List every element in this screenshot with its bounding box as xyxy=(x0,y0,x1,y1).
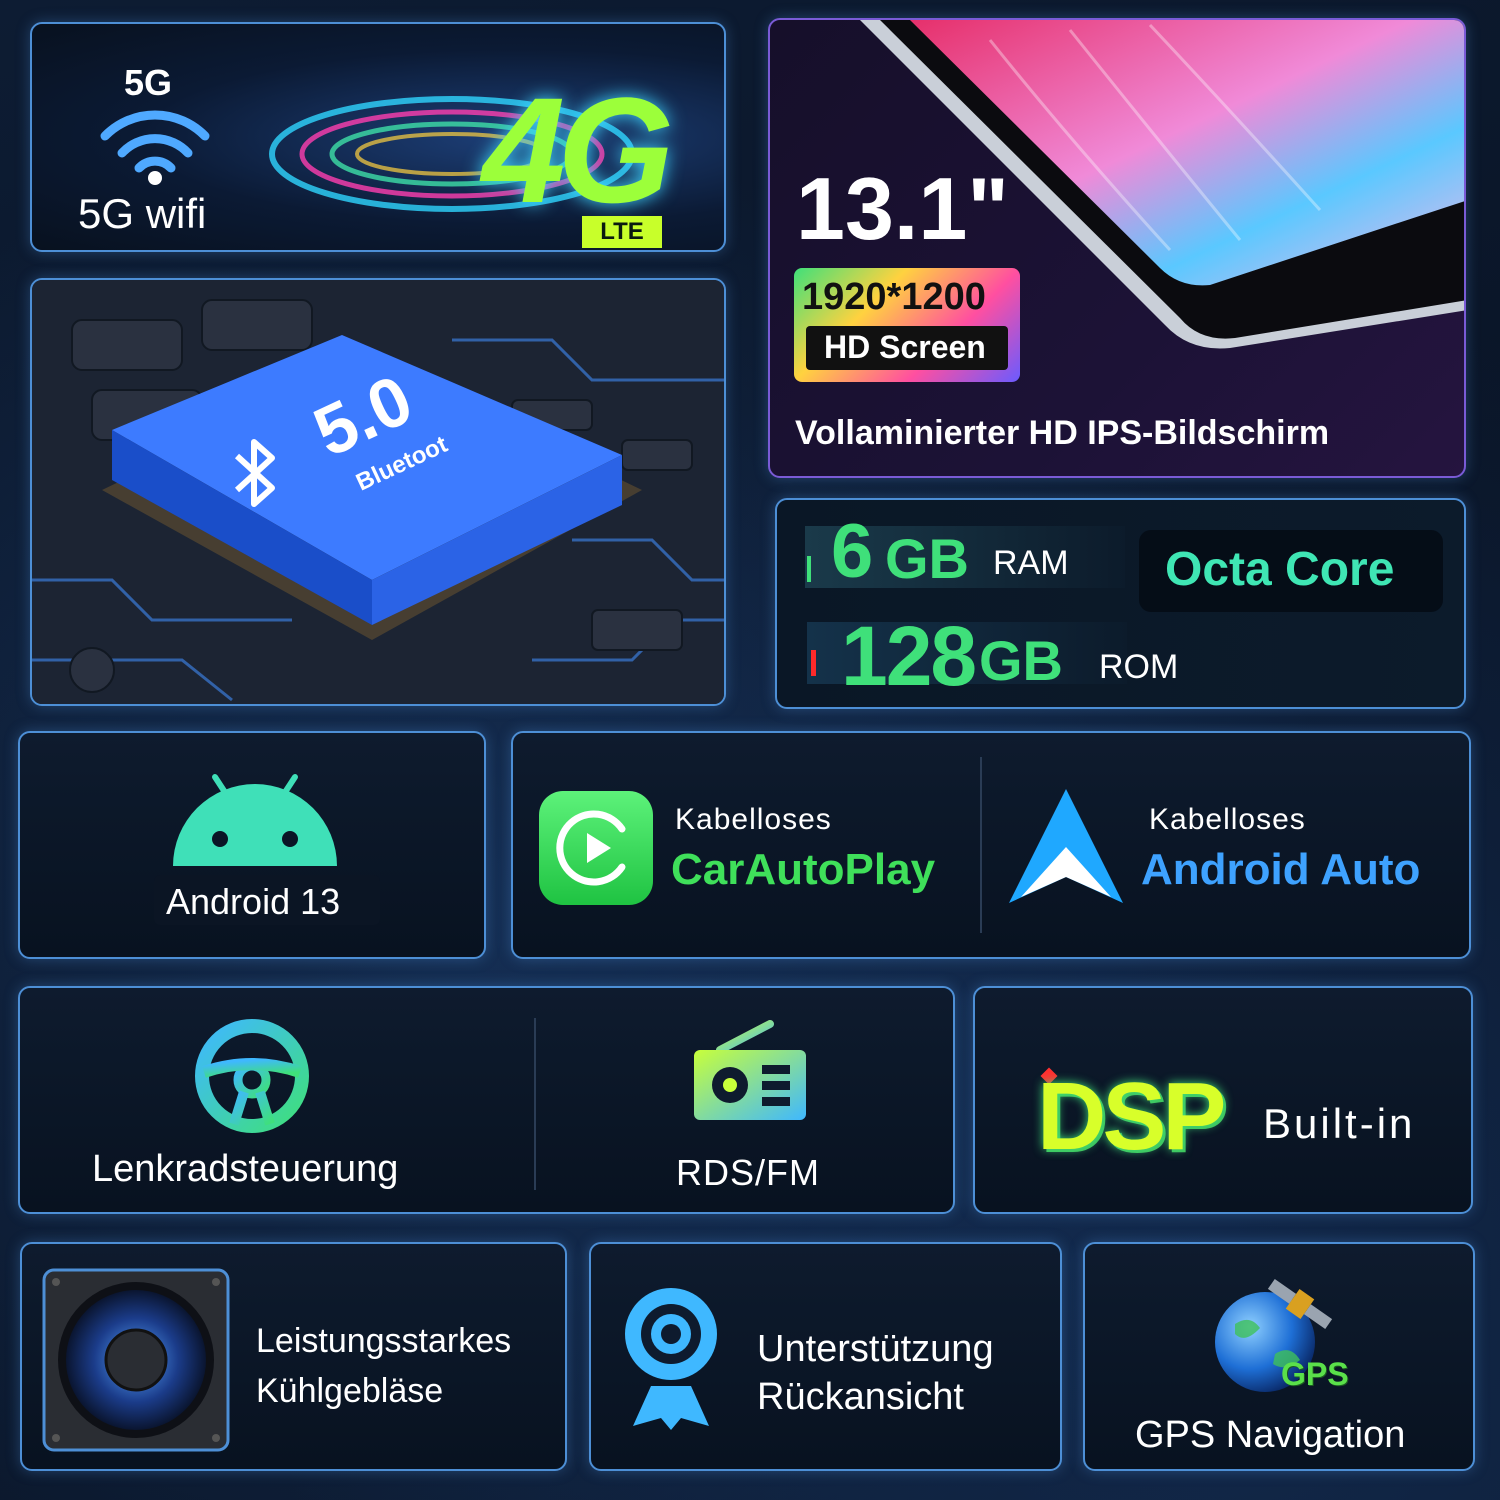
android-auto-name: Android Auto xyxy=(1141,845,1421,894)
gps-label: GPS Navigation xyxy=(1135,1414,1406,1456)
rom-unit: GB xyxy=(979,629,1063,692)
carplay-name: CarAutoPlay xyxy=(671,845,936,894)
fan-icon xyxy=(42,1268,230,1452)
screen-panel: 13.1" 1920*1200 HD Screen Vollaminierter… xyxy=(768,18,1466,478)
radio-icon xyxy=(694,1020,806,1120)
android-auto-prefix: Kabelloses xyxy=(1149,803,1306,836)
circuit-board-graphic xyxy=(32,280,724,704)
5g-badge: 5G xyxy=(124,62,173,103)
screen-size: 13.1" xyxy=(796,159,1009,258)
android-version-panel: Android 13 xyxy=(18,731,486,959)
gps-panel: GPS GPS Navigation xyxy=(1083,1242,1475,1471)
rear-camera-panel: Unterstützung Rückansicht xyxy=(589,1242,1062,1471)
cooling-fan-panel: Leistungsstarkes Kühlgebläse xyxy=(20,1242,567,1471)
android-version-label: Android 13 xyxy=(166,881,341,922)
camera-line2: Rückansicht xyxy=(757,1376,964,1418)
resolution-badge: 1920*1200 HD Screen xyxy=(794,268,1020,382)
rom-value: 128 xyxy=(841,609,977,703)
steering-wheel-icon xyxy=(195,1019,309,1133)
divider xyxy=(534,1018,536,1190)
camera-line1: Unterstützung xyxy=(757,1328,994,1370)
fan-line1: Leistungsstarkes xyxy=(256,1322,512,1360)
bluetooth-icon xyxy=(234,439,275,507)
android-robot-icon xyxy=(173,774,337,866)
fan-line2: Kühlgebläse xyxy=(256,1372,444,1410)
resolution-value: 1920*1200 xyxy=(802,276,986,318)
steering-label: Lenkradsteuerung xyxy=(92,1148,399,1190)
ram-label: RAM xyxy=(993,544,1069,582)
divider xyxy=(980,757,982,933)
wifi-icon xyxy=(100,110,210,185)
ram-value: 6 xyxy=(831,509,874,594)
android-auto-icon xyxy=(1009,789,1123,903)
carplay-icon xyxy=(539,791,653,905)
camera-icon xyxy=(625,1288,717,1430)
bluetooth-chip-panel: 5.0 Bluetoot xyxy=(30,278,726,706)
dsp-logo: DSP xyxy=(1037,1063,1226,1170)
memory-panel: 6 GB RAM 128 GB ROM Octa Core xyxy=(775,498,1466,709)
carplay-prefix: Kabelloses xyxy=(675,803,832,836)
cpu-label: Octa Core xyxy=(1165,543,1395,596)
screen-caption: Vollaminierter HD IPS-Bildschirm xyxy=(795,414,1330,452)
lte-badge: LTE xyxy=(582,216,662,248)
ram-unit: GB xyxy=(885,527,969,590)
gps-badge: GPS xyxy=(1281,1356,1349,1392)
dsp-panel: DSP Built-in xyxy=(973,986,1473,1214)
radio-label: RDS/FM xyxy=(676,1152,820,1193)
steering-radio-panel: Lenkradsteuerung RDS/FM xyxy=(18,986,955,1214)
resolution-sub: HD Screen xyxy=(824,329,986,365)
dsp-label: Built-in xyxy=(1263,1100,1416,1147)
wifi-4g-panel: 5G 5G wifi 4G LTE xyxy=(30,22,726,252)
wifi-label: 5G wifi xyxy=(78,190,207,237)
rom-label: ROM xyxy=(1099,648,1179,686)
wireless-projection-panel: Kabelloses CarAutoPlay Kabelloses Androi… xyxy=(511,731,1471,959)
4g-logo: 4G xyxy=(482,66,674,234)
